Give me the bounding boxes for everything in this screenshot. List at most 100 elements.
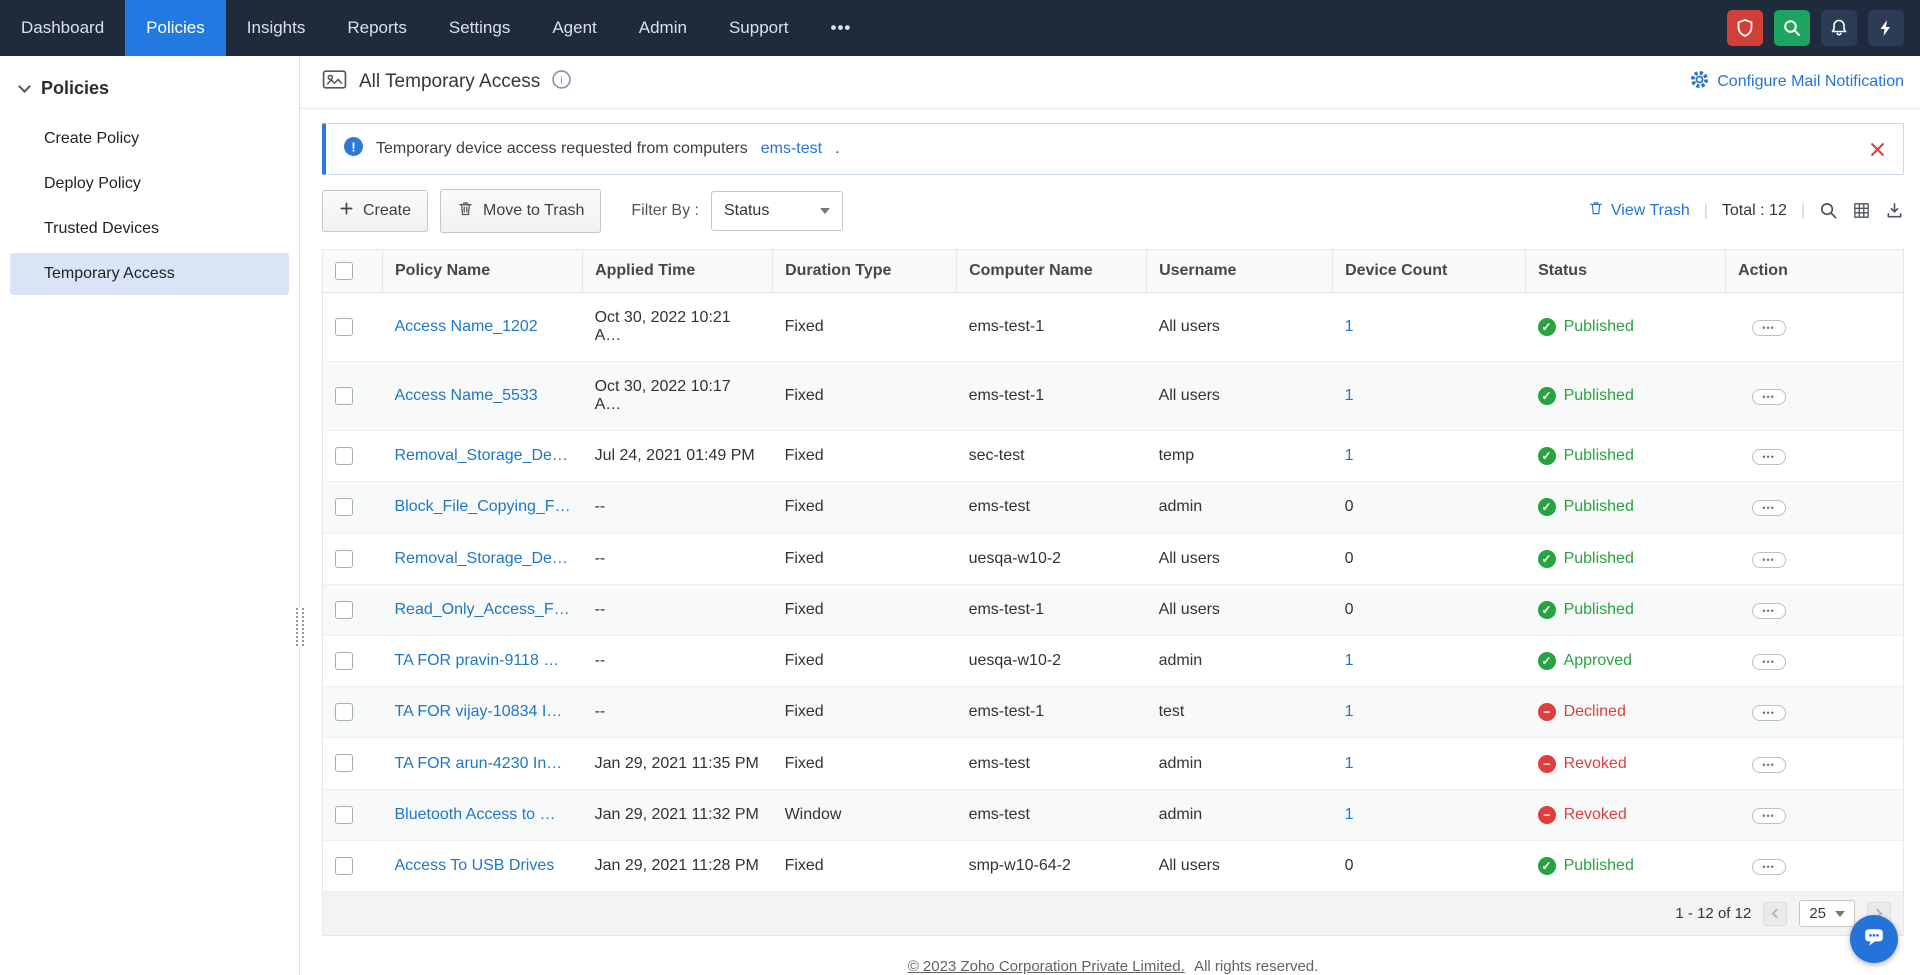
chevron-down-icon <box>18 80 31 93</box>
policy-name-link[interactable]: TA FOR vijay-10834 I… <box>395 703 563 720</box>
copyright-link[interactable]: © 2023 Zoho Corporation Private Limited. <box>908 958 1185 975</box>
computer-name-cell: uesqa-w10-2 <box>957 533 1147 584</box>
row-checkbox[interactable] <box>335 857 353 875</box>
row-checkbox[interactable] <box>335 550 353 568</box>
status-label: Published <box>1564 318 1634 336</box>
create-button[interactable]: Create <box>322 190 428 232</box>
sidebar-section-policies[interactable]: Policies <box>0 72 299 115</box>
duration-type-cell: Fixed <box>773 533 957 584</box>
row-checkbox[interactable] <box>335 703 353 721</box>
action-cell: ••• <box>1726 293 1904 362</box>
select-all-checkbox[interactable] <box>335 262 353 280</box>
search-icon[interactable] <box>1774 10 1810 46</box>
sidebar-item-temporary-access[interactable]: Temporary Access <box>10 253 289 295</box>
nav-item-dashboard[interactable]: Dashboard <box>0 0 125 56</box>
nav-item-insights[interactable]: Insights <box>226 0 327 56</box>
row-checkbox-cell <box>323 584 383 635</box>
status-icon: − <box>1538 703 1556 721</box>
row-actions-button[interactable]: ••• <box>1752 757 1786 773</box>
policy-name-link[interactable]: Access To USB Drives <box>395 857 555 874</box>
row-checkbox[interactable] <box>335 498 353 516</box>
status-badge: − Revoked <box>1538 755 1627 773</box>
nav-item-support[interactable]: Support <box>708 0 810 56</box>
row-checkbox[interactable] <box>335 652 353 670</box>
view-trash-link[interactable]: View Trash <box>1588 200 1690 221</box>
table-row: Block_File_Copying_F… -- Fixed ems-test … <box>323 482 1904 533</box>
policy-name-link[interactable]: Bluetooth Access to … <box>395 806 556 823</box>
policy-name-link[interactable]: Block_File_Copying_F… <box>395 498 571 515</box>
prev-page-button[interactable] <box>1763 902 1787 926</box>
row-checkbox[interactable] <box>335 447 353 465</box>
sidebar-item-trusted-devices[interactable]: Trusted Devices <box>10 208 289 250</box>
username-cell: All users <box>1147 584 1333 635</box>
policy-name-link[interactable]: TA FOR pravin-9118 … <box>395 652 560 669</box>
page-size-select[interactable]: 25 <box>1799 900 1855 927</box>
sidebar-item-create-policy[interactable]: Create Policy <box>10 118 289 160</box>
row-checkbox[interactable] <box>335 601 353 619</box>
row-actions-button[interactable]: ••• <box>1752 654 1786 670</box>
row-actions-button[interactable]: ••• <box>1752 603 1786 619</box>
device-count[interactable]: 1 <box>1345 755 1354 772</box>
device-count[interactable]: 1 <box>1345 447 1354 464</box>
action-cell: ••• <box>1726 431 1904 482</box>
policy-name-link[interactable]: Access Name_5533 <box>395 387 538 404</box>
computer-name-cell: smp-w10-64-2 <box>957 840 1147 891</box>
device-count[interactable]: 1 <box>1345 387 1354 404</box>
row-actions-button[interactable]: ••• <box>1752 552 1786 568</box>
row-actions-button[interactable]: ••• <box>1752 320 1786 336</box>
duration-type-cell: Fixed <box>773 687 957 738</box>
info-icon[interactable]: i <box>552 70 571 94</box>
status-filter-select[interactable]: Status <box>711 191 843 231</box>
nav-item-agent[interactable]: Agent <box>531 0 617 56</box>
alert-computer-link[interactable]: ems-test <box>761 140 822 158</box>
nav-item-admin[interactable]: Admin <box>618 0 708 56</box>
configure-mail-notification-link[interactable]: Configure Mail Notification <box>1690 70 1904 94</box>
row-checkbox[interactable] <box>335 387 353 405</box>
shield-logo-icon[interactable] <box>1727 10 1763 46</box>
nav-item-reports[interactable]: Reports <box>326 0 428 56</box>
action-cell: ••• <box>1726 738 1904 789</box>
device-count-cell: 0 <box>1333 482 1526 533</box>
device-count[interactable]: 1 <box>1345 806 1354 823</box>
move-to-trash-button[interactable]: Move to Trash <box>440 189 601 233</box>
sidebar-item-deploy-policy[interactable]: Deploy Policy <box>10 163 289 205</box>
row-checkbox[interactable] <box>335 318 353 336</box>
chat-widget-button[interactable] <box>1850 915 1898 963</box>
device-count[interactable]: 1 <box>1345 703 1354 720</box>
policy-name-link[interactable]: Removal_Storage_De… <box>395 550 568 567</box>
row-checkbox-cell <box>323 293 383 362</box>
column-header-status: Status <box>1526 249 1726 292</box>
policy-name-link[interactable]: Read_Only_Access_F… <box>395 601 570 618</box>
row-actions-button[interactable]: ••• <box>1752 705 1786 721</box>
row-actions-button[interactable]: ••• <box>1752 500 1786 516</box>
policy-name-link[interactable]: Removal_Storage_De… <box>395 447 568 464</box>
nav-item-more[interactable]: ••• <box>810 0 873 56</box>
notifications-bell-icon[interactable] <box>1821 10 1857 46</box>
sidebar-resize-handle[interactable] <box>296 608 304 646</box>
device-count[interactable]: 1 <box>1345 318 1354 335</box>
applied-time-cell: -- <box>583 482 773 533</box>
row-actions-button[interactable]: ••• <box>1752 808 1786 824</box>
nav-item-policies[interactable]: Policies <box>125 0 226 56</box>
nav-item-label: Dashboard <box>21 18 104 38</box>
nav-item-settings[interactable]: Settings <box>428 0 531 56</box>
alert-close-icon[interactable] <box>1870 142 1885 157</box>
status-icon: ✓ <box>1538 550 1556 568</box>
policy-name-link[interactable]: TA FOR arun-4230 In… <box>395 755 563 772</box>
page-title: All Temporary Access <box>359 71 540 93</box>
export-icon[interactable] <box>1885 201 1904 220</box>
row-checkbox[interactable] <box>335 754 353 772</box>
row-actions-button[interactable]: ••• <box>1752 859 1786 875</box>
status-icon: − <box>1538 806 1556 824</box>
status-cell: ✓ Published <box>1526 362 1726 431</box>
nav-item-label: Insights <box>247 18 306 38</box>
row-actions-button[interactable]: ••• <box>1752 449 1786 465</box>
table-search-icon[interactable] <box>1819 201 1838 220</box>
policy-name-link[interactable]: Access Name_1202 <box>395 318 538 335</box>
row-checkbox[interactable] <box>335 806 353 824</box>
quick-actions-bolt-icon[interactable] <box>1868 10 1904 46</box>
column-chooser-grid-icon[interactable] <box>1852 201 1871 220</box>
row-checkbox-cell <box>323 482 383 533</box>
device-count[interactable]: 1 <box>1345 652 1354 669</box>
row-actions-button[interactable]: ••• <box>1752 389 1786 405</box>
